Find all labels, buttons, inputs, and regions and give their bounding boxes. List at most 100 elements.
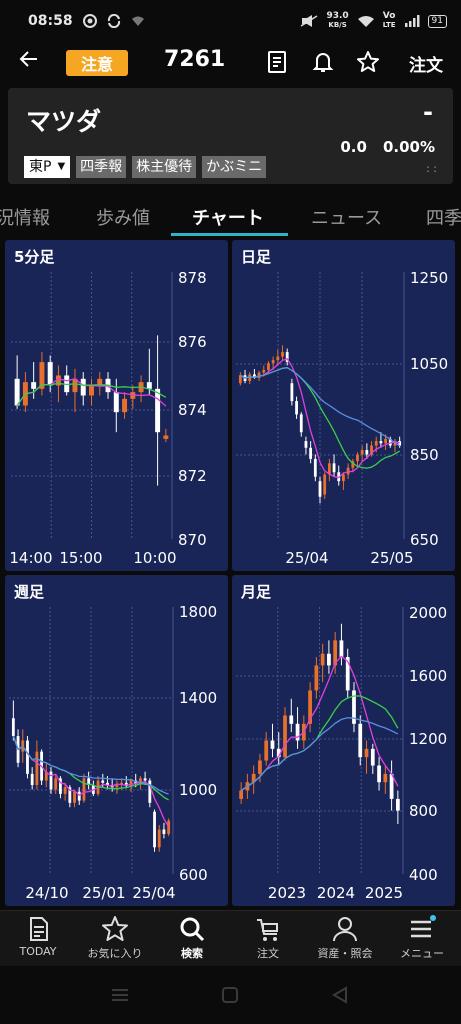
y-tick-label: 1400 (179, 689, 217, 707)
wifi-signal-icon (357, 16, 374, 27)
sync-icon (107, 14, 120, 28)
tab-status[interactable]: 況情報 (0, 204, 50, 230)
candle-body (271, 360, 275, 364)
nav-today[interactable]: TODAY (0, 915, 76, 958)
tab-chart[interactable]: チャート (192, 204, 264, 230)
market-label: 東P (29, 159, 52, 175)
candle-body (374, 441, 378, 446)
bottom-nav: TODAY お気に入り 検索 注文 資産・照会 メニュー (0, 910, 461, 966)
nav-order[interactable]: 注文 (230, 915, 306, 961)
chart-monthly[interactable]: 2000 1600 1200 800 400 2023 2024 2025 月足 (232, 575, 455, 906)
info-chips: 東P ▼ 四季報 株主優待 かぶミニ (24, 156, 267, 178)
company-name: マツダ (26, 107, 102, 136)
nav-label: メニュー (400, 947, 444, 960)
chip-shikiho[interactable]: 四季報 (76, 156, 127, 178)
volte-indicator: Vo LTE (383, 12, 396, 30)
chart-weekly[interactable]: 1800 1400 1000 600 24/10 25/01 25/04 週足 (5, 575, 228, 906)
nav-search[interactable]: 検索 (154, 915, 230, 961)
y-tick-label: 1600 (409, 667, 447, 685)
document-icon (268, 51, 286, 73)
recent-apps-icon[interactable] (112, 989, 128, 1001)
candle-body (395, 798, 400, 811)
candle-body (31, 382, 37, 389)
candle-body (342, 474, 345, 482)
candle-body (113, 392, 119, 413)
y-tick-label: 800 (409, 802, 438, 820)
chart-title: 月足 (241, 583, 272, 601)
candle-body (257, 372, 261, 378)
y-tick-label: 1800 (179, 603, 217, 621)
nav-label: TODAY (19, 945, 57, 958)
document-button[interactable] (265, 50, 289, 74)
candle-body (356, 454, 359, 462)
tab-ticks[interactable]: 歩み値 (96, 204, 150, 230)
x-tick-label: 10:00 (133, 549, 176, 567)
cart-icon (257, 919, 278, 941)
candle-body (364, 748, 369, 758)
candle-body (115, 785, 119, 788)
chart-daily[interactable]: 1250 1050 850 650 25/04 25/05 日足 (232, 240, 455, 571)
candle-body (323, 474, 327, 495)
y-tick-label: 876 (178, 333, 207, 351)
candle-body (281, 352, 284, 357)
wifi-icon (131, 16, 144, 26)
net-speed-unit: KB/S (328, 21, 347, 29)
candle-body (167, 820, 171, 834)
candle-body (313, 458, 317, 477)
price-change: 0.0 0.00% (340, 138, 435, 156)
candle-body (318, 481, 322, 497)
candle-body (327, 653, 331, 666)
chip-yutai[interactable]: 株主優待 (132, 156, 197, 178)
candle-body (101, 780, 105, 783)
chart-title: 5分足 (14, 248, 55, 266)
nav-menu[interactable]: メニュー (384, 915, 460, 961)
quote-panel: マツダ - 0.0 0.00% : : 東P ▼ 四季報 株主優待 かぶミニ (8, 88, 453, 184)
candle-body (264, 740, 269, 761)
x-tick-label: 2024 (317, 884, 355, 902)
candle-body (295, 401, 298, 415)
chart-monthly-plot: 2000 1600 1200 800 400 2023 2024 2025 (236, 604, 447, 902)
nav-label: 検索 (181, 947, 203, 960)
x-tick-label: 25/05 (370, 549, 413, 567)
candle-body (157, 829, 161, 848)
candle-body (239, 790, 244, 799)
y-tick-label: 850 (410, 446, 439, 464)
x-tick-label: 2023 (268, 884, 306, 902)
menu-icon (411, 915, 436, 938)
candle-body (47, 362, 53, 386)
back-nav-icon[interactable] (332, 986, 347, 1004)
market-selector[interactable]: 東P ▼ (24, 156, 71, 178)
candle-body (153, 811, 156, 848)
chip-kabumini[interactable]: かぶミニ (202, 156, 267, 178)
candle-body (129, 780, 133, 787)
battery-indicator: 91 (427, 14, 447, 28)
chart-title: 週足 (14, 583, 45, 601)
candle-body (267, 363, 270, 370)
favorite-button[interactable] (356, 50, 380, 74)
change-value: 0.0 (340, 138, 367, 156)
order-button[interactable]: 注文 (409, 51, 443, 76)
candle-body (384, 438, 388, 444)
tab-shikiho[interactable]: 四季 (426, 204, 461, 230)
candle-body (77, 791, 81, 801)
candle-body (304, 441, 308, 448)
y-tick-label: 650 (410, 531, 439, 549)
x-tick-label: 2025 (365, 884, 403, 902)
x-tick-label: 15:00 (59, 549, 102, 567)
x-tick-label: 25/01 (82, 884, 125, 902)
y-tick-label: 1200 (409, 730, 447, 748)
star-icon (102, 916, 128, 941)
y-tick-label: 600 (179, 866, 208, 884)
status-time: 08:58 (28, 13, 73, 29)
candle-body (82, 778, 86, 801)
back-button[interactable] (16, 48, 42, 76)
candle-body (162, 829, 166, 834)
top-bar: 注意 7261 注文 (0, 42, 461, 82)
nav-assets[interactable]: 資産・照会 (307, 915, 383, 961)
candle-body (11, 718, 15, 737)
nav-favorites[interactable]: お気に入り (77, 915, 153, 961)
alert-button[interactable] (311, 50, 335, 74)
chart-5min[interactable]: 878 876 874 872 870 14:00 15:00 10:00 5分足 (5, 240, 228, 571)
tab-news[interactable]: ニュース (311, 204, 382, 230)
home-icon[interactable] (222, 987, 238, 1003)
